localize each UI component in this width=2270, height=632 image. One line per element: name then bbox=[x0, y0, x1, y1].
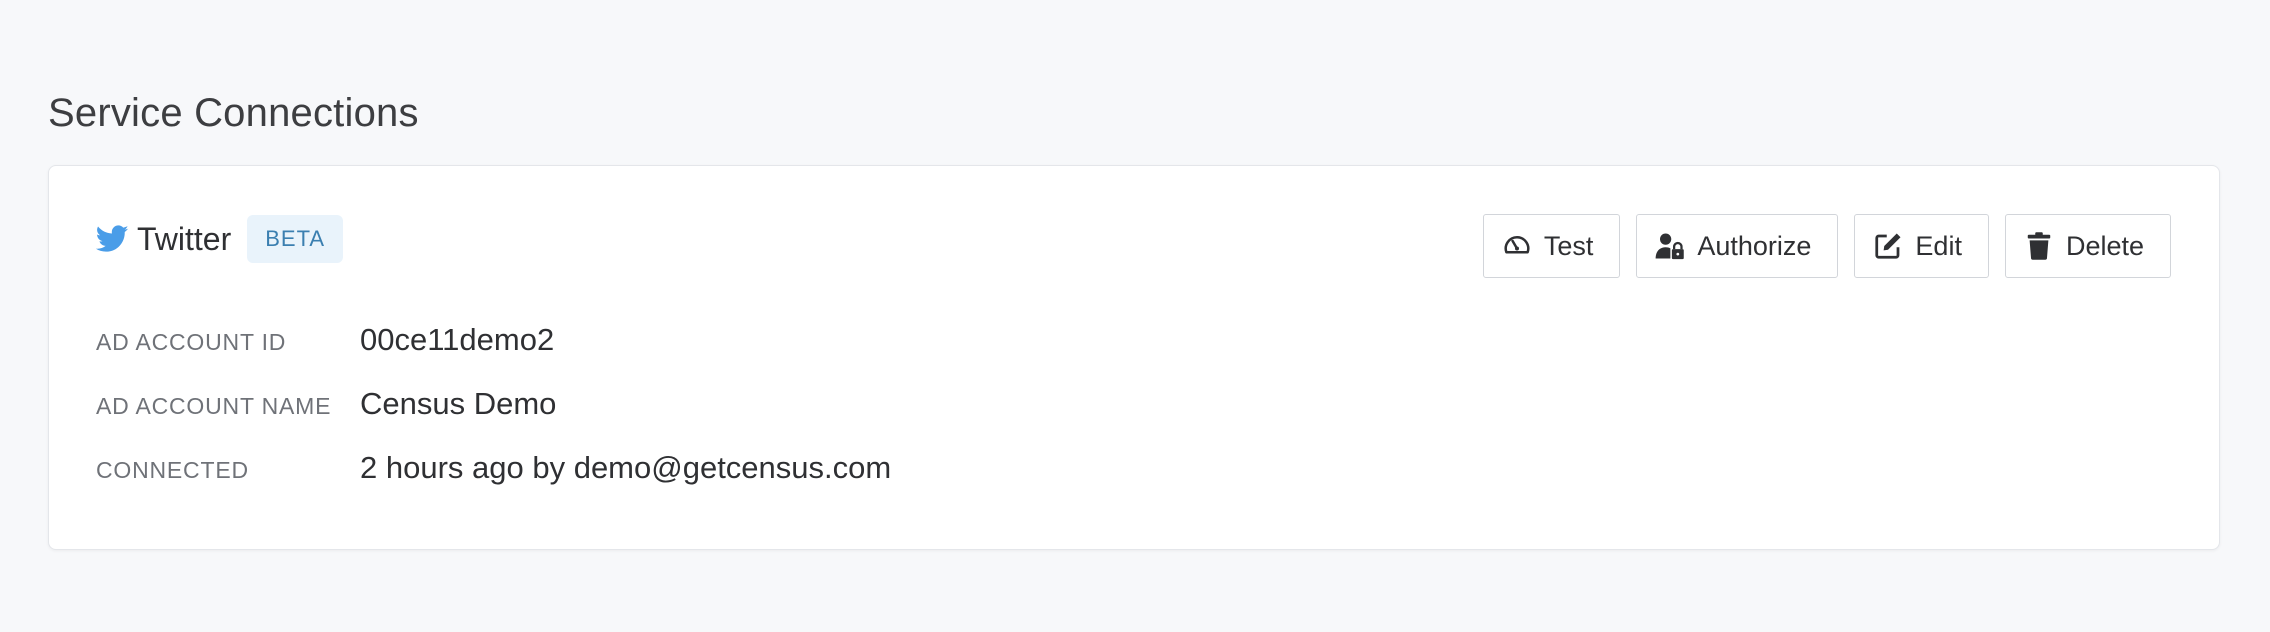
authorize-button-label: Authorize bbox=[1697, 230, 1812, 261]
detail-value: 2 hours ago by demo@getcensus.com bbox=[360, 450, 892, 485]
detail-value: Census Demo bbox=[360, 386, 557, 421]
beta-badge: BETA bbox=[247, 215, 344, 263]
authorize-button[interactable]: Authorize bbox=[1636, 214, 1839, 278]
detail-row-connected: CONNECTED 2 hours ago by demo@getcensus.… bbox=[96, 450, 891, 514]
delete-button-label: Delete bbox=[2065, 230, 2144, 261]
connection-card: Twitter BETA Test Authorize Edit Delete … bbox=[48, 165, 2220, 550]
connection-details: AD ACCOUNT ID 00ce11demo2 AD ACCOUNT NAM… bbox=[96, 322, 891, 514]
detail-label: AD ACCOUNT ID bbox=[96, 329, 287, 355]
test-button-label: Test bbox=[1543, 230, 1594, 261]
detail-row-ad-account-id: AD ACCOUNT ID 00ce11demo2 bbox=[96, 322, 891, 386]
delete-button[interactable]: Delete bbox=[2004, 214, 2171, 278]
edit-button[interactable]: Edit bbox=[1854, 214, 1989, 278]
service-header: Twitter BETA bbox=[96, 214, 344, 264]
edit-icon bbox=[1873, 231, 1903, 261]
twitter-bird-icon bbox=[96, 225, 129, 253]
page-title: Service Connections bbox=[48, 90, 419, 135]
test-button[interactable]: Test bbox=[1482, 214, 1621, 278]
detail-row-ad-account-name: AD ACCOUNT NAME Census Demo bbox=[96, 386, 891, 450]
user-lock-icon bbox=[1655, 231, 1685, 261]
action-toolbar: Test Authorize Edit Delete bbox=[1482, 214, 2171, 278]
gauge-icon bbox=[1502, 231, 1532, 261]
detail-label: AD ACCOUNT NAME bbox=[96, 393, 332, 419]
edit-button-label: Edit bbox=[1915, 230, 1962, 261]
detail-value: 00ce11demo2 bbox=[360, 322, 555, 357]
service-name: Twitter bbox=[137, 220, 232, 257]
detail-label: CONNECTED bbox=[96, 457, 249, 483]
trash-icon bbox=[2024, 231, 2054, 261]
